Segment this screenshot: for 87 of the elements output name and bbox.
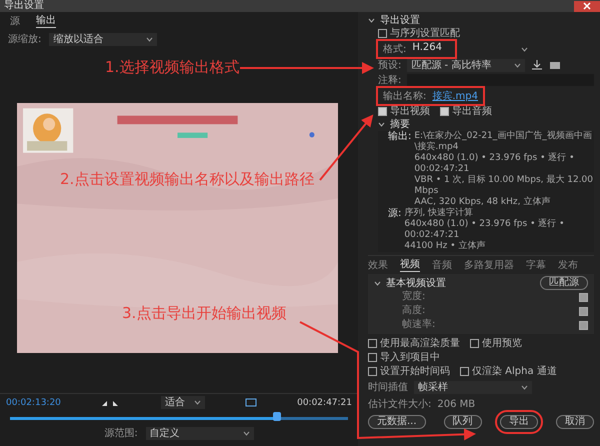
tab[interactable]: 发布	[558, 258, 578, 272]
annotation-text: 1.选择视频输出格式	[105, 58, 240, 77]
match-source-button[interactable]: 匹配源	[540, 276, 588, 290]
tab[interactable]: 字幕	[526, 258, 546, 272]
caret-icon[interactable]	[194, 400, 201, 405]
crop-icon[interactable]	[245, 398, 258, 407]
checkbox[interactable]	[460, 367, 469, 376]
dialog-button[interactable]: 队列	[444, 415, 482, 429]
caret-icon[interactable]	[242, 430, 250, 436]
checkbox-label: 导出音频	[452, 105, 492, 118]
file-size-value: 206 MB	[437, 398, 476, 410]
summary-text: 640x480 (1.0) • 23.976 fps • 逐行 • 00:02:47:21	[404, 219, 566, 240]
checkbox[interactable]	[579, 292, 588, 302]
interpolation-dropdown[interactable]: 帧采样	[414, 380, 532, 394]
checkbox-label: 导出视频	[390, 105, 430, 118]
caret-icon[interactable]	[521, 384, 528, 390]
checkbox-label: 仅渲染 Alpha 通道	[472, 365, 557, 378]
field-label: 源范围:	[104, 426, 138, 440]
summary-text: AAC, 320 Kbps, 48 kHz, 立体声	[414, 197, 552, 208]
dialog-button[interactable]: 元数据...	[368, 415, 426, 429]
expand-toggle-icon[interactable]	[374, 280, 381, 286]
tab[interactable]: 源	[10, 14, 20, 28]
summary-text: E:\在家办公_02-21_画中国广告_视频画中画\接宾.mp4	[414, 131, 593, 152]
checkbox[interactable]	[470, 339, 479, 348]
section-title: 基本视频设置	[386, 276, 446, 290]
checkbox[interactable]	[579, 306, 588, 316]
section-title: 导出设置	[380, 14, 420, 27]
dialog-button[interactable]: 取消	[556, 415, 594, 429]
timeline-track[interactable]	[10, 411, 348, 422]
caret-icon[interactable]	[514, 62, 522, 68]
field-label: 格式:	[383, 42, 406, 56]
import-preset-icon[interactable]	[549, 60, 562, 70]
expand-toggle-icon[interactable]	[378, 122, 385, 127]
tab[interactable]: 视频	[400, 258, 420, 272]
annotation-text: 2.点击设置视频输出名称以及输出路径	[60, 170, 314, 189]
field-label: 帧速率:	[402, 318, 436, 332]
preset-dropdown[interactable]: 匹配源 - 高比特率	[407, 58, 526, 72]
summary-label: 源:	[388, 208, 402, 221]
checkbox-label: 使用最高渲染质量	[380, 337, 460, 350]
save-preset-icon[interactable]	[531, 60, 544, 70]
close-button[interactable]	[574, 0, 600, 12]
field-label: 源缩放:	[8, 32, 42, 46]
field-label: 估计文件大小:	[368, 398, 432, 411]
field-label: 输出名称:	[383, 90, 426, 103]
summary-text: 640x480 (1.0) • 23.976 fps • 逐行 • 00:02:47:21	[414, 153, 576, 174]
checkbox[interactable]	[579, 320, 588, 330]
in-out-marker-icon[interactable]	[100, 398, 121, 406]
checkbox[interactable]	[368, 339, 377, 348]
tab[interactable]: 音频	[432, 258, 452, 272]
checkbox-label: 与序列设置匹配	[390, 27, 460, 40]
current-timecode[interactable]: 00:02:13:20	[6, 398, 61, 408]
summary-text: 44100 Hz • 立体声	[404, 241, 486, 252]
zoom-dropdown[interactable]: 适合	[161, 396, 205, 409]
checkbox[interactable]	[378, 29, 387, 38]
annotation-arrow	[319, 114, 374, 181]
field-label: 预设:	[378, 59, 402, 72]
scaling-dropdown[interactable]: 缩放以适合	[49, 32, 158, 46]
summary-label: 输出:	[388, 131, 412, 144]
checkbox[interactable]	[378, 107, 387, 116]
format-value: H.264	[412, 42, 443, 55]
field-label: 注释:	[378, 74, 402, 87]
section-title: 摘要	[390, 118, 410, 130]
dropdown-caret-icon[interactable]	[521, 46, 528, 52]
end-timecode: 00:02:47:21	[297, 398, 352, 408]
checkbox[interactable]	[368, 353, 377, 362]
tab[interactable]: 效果	[368, 258, 388, 272]
playhead[interactable]	[273, 412, 282, 421]
tab[interactable]: 输出	[36, 14, 56, 28]
window-title: 导出设置	[4, 0, 44, 12]
checkbox-label: 设置开始时间码	[380, 365, 450, 378]
checkbox-label: 使用预览	[482, 337, 522, 350]
field-label: 时间插值	[368, 380, 408, 394]
range-dropdown[interactable]: 自定义	[146, 426, 254, 440]
checkbox-label: 导入到项目中	[380, 351, 440, 364]
caret-icon[interactable]	[146, 36, 154, 42]
summary-text: 序列, 快速字计算	[404, 208, 474, 219]
field-label: 高度:	[402, 304, 426, 318]
comment-field[interactable]	[407, 74, 594, 86]
checkbox[interactable]	[368, 367, 377, 376]
tab[interactable]: 多路复用器	[464, 258, 514, 272]
summary-text: VBR • 1 次, 目标 10.00 Mbps, 最大 12.00 Mbps	[414, 175, 594, 196]
close-icon	[583, 2, 591, 10]
field-label: 宽度:	[402, 290, 426, 304]
output-name-link[interactable]: 接宾.mp4	[432, 89, 478, 103]
annotation-text: 3.点击导出开始输出视频	[122, 304, 286, 323]
expand-toggle-icon[interactable]	[368, 18, 375, 23]
checkbox[interactable]	[440, 107, 449, 116]
